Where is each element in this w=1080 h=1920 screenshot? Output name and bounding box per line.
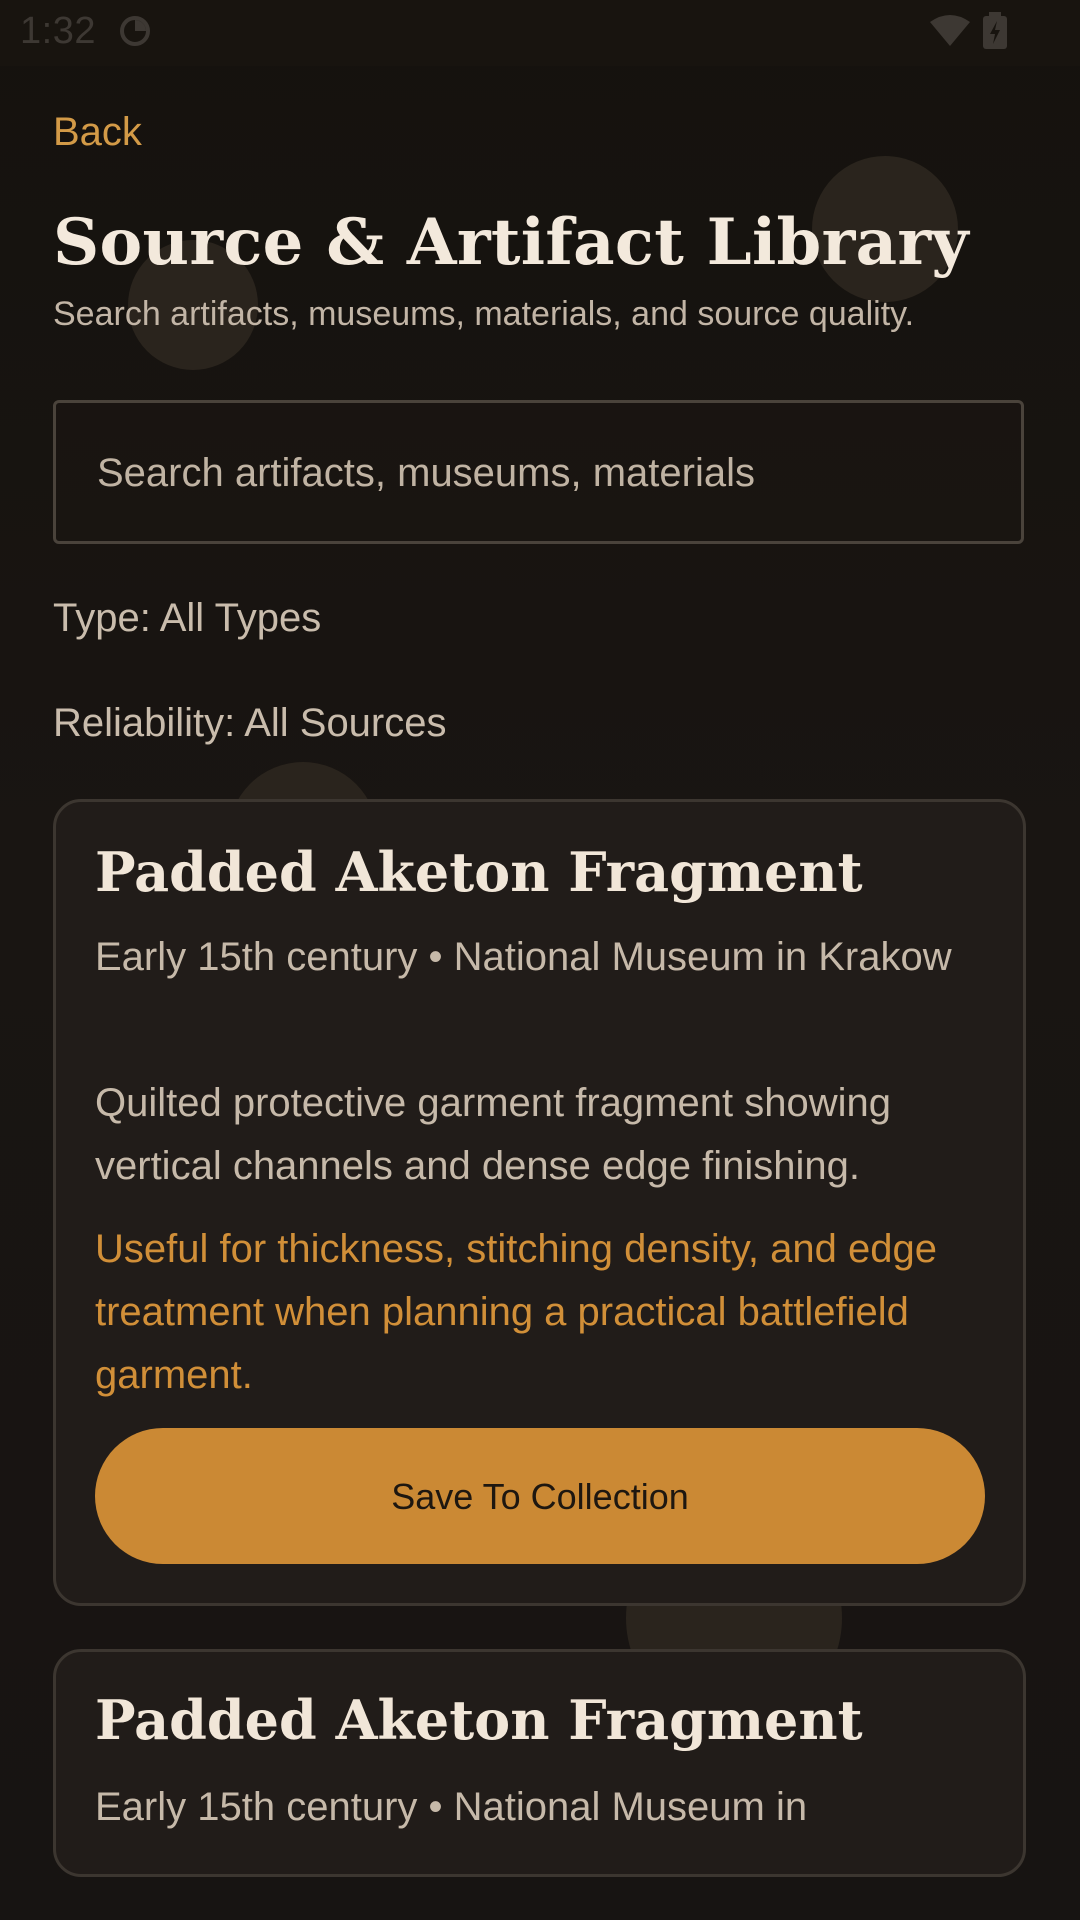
screen: 1:32 Back Source & Artifact Library Sear…: [0, 0, 1080, 1920]
artifact-description: Quilted protective garment fragment show…: [95, 1081, 891, 1188]
artifact-title: Padded Aketon Fragment: [95, 1688, 863, 1752]
sync-icon: [120, 16, 150, 46]
save-to-collection-button[interactable]: Save To Collection: [95, 1428, 985, 1564]
back-button[interactable]: Back: [53, 110, 142, 155]
artifact-meta: Early 15th century • National Museum in: [95, 1785, 808, 1829]
wifi-icon: [930, 15, 970, 46]
artifact-card: Padded Aketon Fragment Early 15th centur…: [53, 799, 1026, 1606]
search-input[interactable]: [95, 403, 979, 543]
status-bar: 1:32: [0, 0, 1080, 66]
battery-icon: [983, 12, 1007, 49]
artifact-title: Padded Aketon Fragment: [95, 840, 863, 904]
reliability-filter-dropdown[interactable]: Reliability: All Sources: [53, 701, 447, 746]
artifact-usage-note: Useful for thickness, stitching density,…: [95, 1227, 937, 1397]
search-field[interactable]: [53, 400, 1024, 544]
status-time: 1:32: [20, 10, 96, 52]
page-subtitle: Search artifacts, museums, materials, an…: [53, 295, 915, 333]
page-title: Source & Artifact Library: [53, 205, 969, 280]
type-filter-dropdown[interactable]: Type: All Types: [53, 596, 321, 641]
artifact-card: Padded Aketon Fragment Early 15th centur…: [53, 1649, 1026, 1877]
artifact-meta: Early 15th century • National Museum in …: [95, 935, 952, 979]
